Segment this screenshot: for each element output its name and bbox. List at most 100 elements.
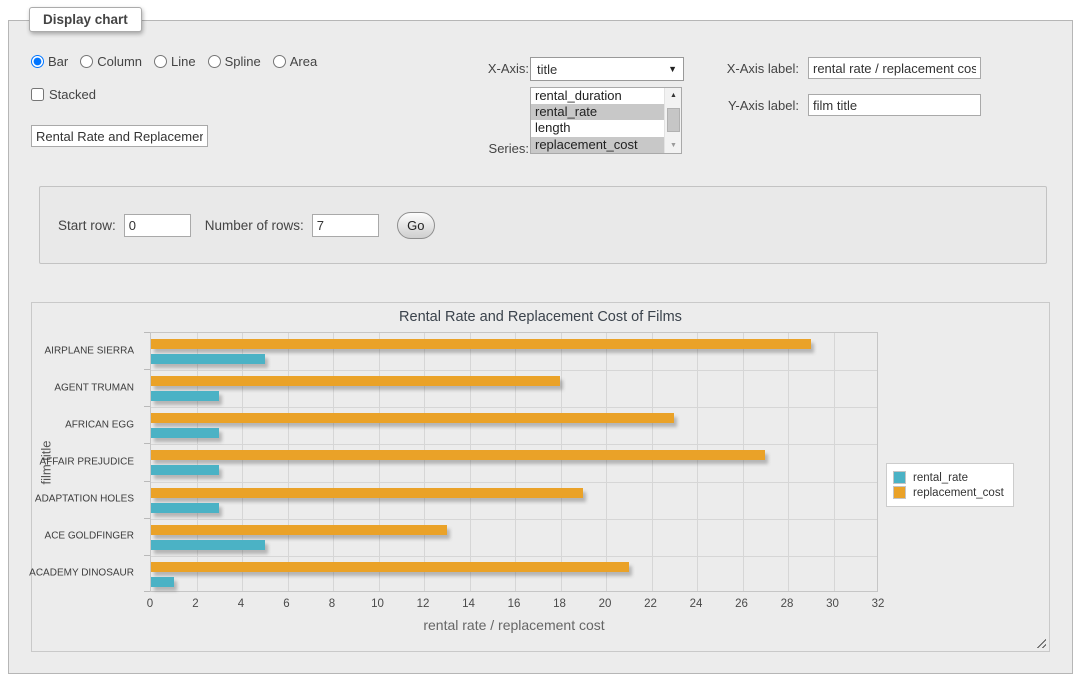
gridline-vertical (834, 333, 835, 591)
start-row-label: Start row: (58, 218, 116, 233)
x-axis-dropdown[interactable]: title ▼ (530, 57, 684, 81)
bar-rental_rate (151, 465, 219, 475)
series-option-length[interactable]: length (531, 120, 664, 136)
legend-swatch (893, 471, 906, 484)
gridline-horizontal (151, 482, 877, 483)
bar-rental_rate (151, 503, 219, 513)
bar-rental_rate (151, 428, 219, 438)
y-axis-label-label: Y-Axis label: (669, 98, 799, 113)
x-tick-label: 16 (508, 598, 521, 610)
plot-grid (150, 332, 878, 592)
chart-type-label: Area (290, 54, 317, 69)
chart-legend: rental_ratereplacement_cost (886, 463, 1014, 507)
gridline-horizontal (151, 444, 877, 445)
series-option-rental_duration[interactable]: rental_duration (531, 88, 664, 104)
chart-type-option-area[interactable]: Area (273, 54, 317, 69)
gridline-vertical (197, 333, 198, 591)
x-axis-title: rental rate / replacement cost (150, 617, 878, 633)
x-tick-label: 26 (735, 598, 748, 610)
bar-replacement_cost (151, 562, 629, 572)
gridline-vertical (606, 333, 607, 591)
series-option-replacement_cost[interactable]: replacement_cost (531, 137, 664, 153)
series-options: rental_durationrental_ratelengthreplacem… (531, 88, 664, 153)
x-tick-label: 6 (283, 598, 289, 610)
x-tick-label: 2 (192, 598, 198, 610)
chart-type-radio-area[interactable] (273, 55, 286, 68)
bar-replacement_cost (151, 339, 811, 349)
legend-label: replacement_cost (913, 487, 1004, 499)
x-tick-label: 8 (329, 598, 335, 610)
y-category-label: AIRPLANE SIERRA (45, 345, 134, 356)
y-category-label: ACE GOLDFINGER (45, 531, 134, 542)
chart-type-radios: Bar Column Line Spline Area (31, 54, 317, 69)
gridline-vertical (561, 333, 562, 591)
chart-type-label: Line (171, 54, 196, 69)
chart-type-radio-column[interactable] (80, 55, 93, 68)
bar-rental_rate (151, 540, 265, 550)
y-axis-label-input[interactable] (808, 94, 981, 116)
gridline-horizontal (151, 370, 877, 371)
bar-replacement_cost (151, 450, 765, 460)
resize-grip-icon[interactable] (1034, 636, 1046, 648)
x-tick-label: 20 (599, 598, 612, 610)
bar-rental_rate (151, 577, 174, 587)
chart-type-radio-line[interactable] (154, 55, 167, 68)
chart-type-radio-spline[interactable] (208, 55, 221, 68)
gridline-vertical (470, 333, 471, 591)
y-category-label: AFFAIR PREJUDICE (40, 457, 134, 468)
series-option-rental_rate[interactable]: rental_rate (531, 104, 664, 120)
y-category-labels: AIRPLANE SIERRA AGENT TRUMAN AFRICAN EGG AF… (32, 332, 142, 592)
chart-type-option-column[interactable]: Column (80, 54, 142, 69)
x-axis-label-label: X-Axis label: (669, 61, 799, 76)
chart-type-label: Spline (225, 54, 261, 69)
y-category-label: ADAPTATION HOLES (35, 494, 134, 505)
start-row-input[interactable] (124, 214, 191, 237)
x-axis-selected-value: title (537, 62, 557, 77)
number-of-rows-input[interactable] (312, 214, 379, 237)
bar-rental_rate (151, 391, 219, 401)
x-axis-label-input[interactable] (808, 57, 981, 79)
x-tick-label: 28 (781, 598, 794, 610)
x-tick-label: 10 (371, 598, 384, 610)
gridline-vertical (379, 333, 380, 591)
chart-type-option-line[interactable]: Line (154, 54, 196, 69)
gridline-vertical (333, 333, 334, 591)
chart-type-option-bar[interactable]: Bar (31, 54, 68, 69)
x-axis-select-label: X-Axis: (439, 61, 529, 76)
x-tick-labels: 02468101214161820222426283032 (150, 598, 878, 612)
legend-swatch (893, 486, 906, 499)
chart-title-input[interactable] (31, 125, 208, 147)
y-category-label: AFRICAN EGG (65, 419, 134, 430)
y-category-label: AGENT TRUMAN (54, 382, 134, 393)
stacked-checkbox-row[interactable]: Stacked (31, 87, 96, 102)
x-tick-label: 14 (462, 598, 475, 610)
chart-type-radio-bar[interactable] (31, 55, 44, 68)
bar-replacement_cost (151, 488, 583, 498)
panel-title: Display chart (29, 7, 142, 32)
scrollbar-down-icon[interactable]: ▼ (665, 138, 682, 153)
bar-replacement_cost (151, 413, 674, 423)
x-tick-label: 0 (147, 598, 153, 610)
gridline-horizontal (151, 519, 877, 520)
legend-item-replacement_cost: replacement_cost (893, 486, 1004, 499)
chart-type-option-spline[interactable]: Spline (208, 54, 261, 69)
chart-type-label: Bar (48, 54, 68, 69)
bar-rental_rate (151, 354, 265, 364)
chart-container: Rental Rate and Replacement Cost of Film… (31, 302, 1050, 652)
gridline-vertical (788, 333, 789, 591)
bar-replacement_cost (151, 376, 560, 386)
stacked-checkbox[interactable] (31, 88, 44, 101)
x-tick-label: 12 (417, 598, 430, 610)
x-tick-label: 22 (644, 598, 657, 610)
x-tick-label: 18 (553, 598, 566, 610)
page: Display chart Bar Column Line Spline Area St… (0, 0, 1081, 681)
bar-replacement_cost (151, 525, 447, 535)
number-of-rows-label: Number of rows: (205, 218, 304, 233)
x-tick-label: 30 (826, 598, 839, 610)
go-button[interactable]: Go (397, 212, 435, 239)
gridline-vertical (743, 333, 744, 591)
y-category-label: ACADEMY DINOSAUR (29, 568, 134, 579)
x-tick-label: 32 (872, 598, 885, 610)
row-controls-box: Start row: Number of rows: Go (39, 186, 1047, 264)
series-multiselect[interactable]: rental_durationrental_ratelengthreplacem… (530, 87, 682, 154)
